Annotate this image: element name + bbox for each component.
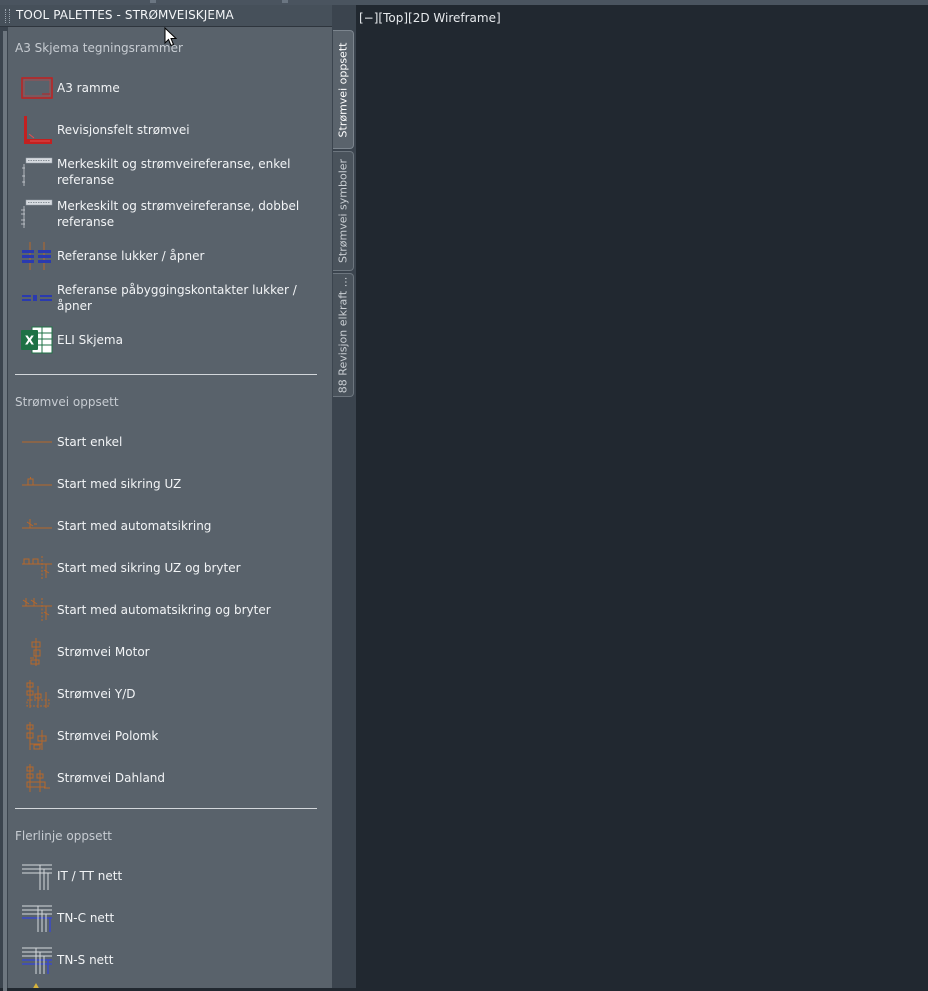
tool-label: Merkeskilt og strømveireferanse, dobbel … [57, 199, 300, 229]
section-title-stromvei-oppsett: Strømvei oppsett [15, 395, 119, 409]
marker-double-ref-icon [21, 199, 53, 228]
mouse-cursor-icon [164, 27, 178, 47]
tool-stromvei-dahland[interactable]: Strømvei Dahland [8, 757, 332, 799]
revision-field-icon [24, 116, 52, 144]
it-tt-network-icon [22, 864, 52, 890]
tool-label: Merkeskilt og strømveireferanse, enkel r… [57, 157, 291, 187]
circuit-star-delta-icon [26, 680, 50, 708]
tool-referanse-lukker[interactable]: Referanse lukker / åpner [8, 235, 332, 277]
a3-frame-icon [21, 77, 53, 99]
tab-label: Strømvei symboler [336, 158, 350, 264]
palette-content: A3 Skjema tegningsrammer A3 ramme Revisj… [8, 27, 332, 988]
tool-label: ELI Skjema [57, 333, 123, 347]
tab-label: Strømvei oppsett [336, 42, 350, 137]
tab-stromvei-oppsett[interactable]: Strømvei oppsett [333, 30, 354, 149]
strip-tick [282, 0, 288, 3]
circuit-motor-icon [30, 638, 41, 666]
start-fuse-uz-icon [22, 477, 52, 486]
tool-start-automatsikring[interactable]: Start med automatsikring [8, 505, 332, 547]
marker-single-ref-icon [22, 157, 53, 186]
tool-label: Strømvei Motor [57, 645, 150, 659]
tool-eli-skjema[interactable]: X ELI Skjema [8, 319, 332, 361]
palette-side-strip[interactable] [3, 31, 7, 991]
reference-close-open-icon [22, 242, 51, 270]
tool-palettes-window: TOOL PALETTES - STRØMVEISKJEMA A3 Skjema… [0, 5, 356, 991]
tool-stromvei-polomk[interactable]: Strømvei Polomk [8, 715, 332, 757]
tool-start-enkel[interactable]: Start enkel [8, 421, 332, 463]
start-breaker-icon [22, 519, 52, 529]
section-divider [15, 808, 317, 809]
tn-c-network-icon [22, 905, 52, 932]
strip-tick [150, 0, 156, 3]
tab-revisjon-elkraft[interactable]: 88 Revisjon elkraft ... [333, 273, 354, 397]
tool-merkeskilt-dobbel[interactable]: Merkeskilt og strømveireferanse, dobbel … [8, 193, 332, 235]
start-simple-icon [22, 441, 52, 443]
tool-label: Start med sikring UZ [57, 477, 182, 491]
circuit-pole-change-icon [26, 722, 47, 750]
tool-stromvei-motor[interactable]: Strømvei Motor [8, 631, 332, 673]
start-fuse-uz-switch-icon [22, 556, 52, 580]
tab-stromvei-symboler[interactable]: Strømvei symboler [333, 151, 354, 271]
tn-s-network-icon [22, 947, 52, 974]
tool-label: Start med automatsikring [57, 519, 212, 533]
tool-label: IT / TT nett [57, 869, 123, 883]
palette-titlebar[interactable]: TOOL PALETTES - STRØMVEISKJEMA [0, 5, 332, 27]
tool-start-sikring-uz[interactable]: Start med sikring UZ [8, 463, 332, 505]
section-title-a3: A3 Skjema tegningsrammer [15, 41, 183, 55]
tool-start-sikring-bryter[interactable]: Start med sikring UZ og bryter [8, 547, 332, 589]
partial-next-tool-icon [33, 983, 39, 988]
section-title-flerlinje: Flerlinje oppsett [15, 829, 112, 843]
tool-tn-s-nett[interactable]: TN-S nett [8, 939, 332, 981]
tool-label: Start med sikring UZ og bryter [57, 561, 241, 575]
tool-label: TN-C nett [57, 911, 115, 925]
reference-aux-contacts-icon [22, 295, 52, 301]
tool-stromvei-yd[interactable]: Strømvei Y/D [8, 673, 332, 715]
section-divider [15, 374, 317, 375]
viewport-controls-label[interactable]: [−][Top][2D Wireframe] [359, 11, 501, 25]
tool-label: Start enkel [57, 435, 123, 449]
circuit-dahlander-icon [26, 764, 50, 792]
palette-title: TOOL PALETTES - STRØMVEISKJEMA [16, 8, 234, 22]
palette-tabs: Strømvei oppsett Strømvei symboler 88 Re… [333, 30, 354, 990]
drawing-viewport[interactable]: [−][Top][2D Wireframe] [356, 5, 928, 988]
tool-label: Referanse påbyggingskontakter lukker / å… [57, 283, 297, 313]
tool-label: Revisjonsfelt strømvei [57, 123, 190, 137]
tool-label: Start med automatsikring og bryter [57, 603, 271, 617]
excel-icon: X [21, 326, 53, 354]
tool-label: A3 ramme [57, 81, 120, 95]
tool-start-automatsikring-bryter[interactable]: Start med automatsikring og bryter [8, 589, 332, 631]
tool-label: Referanse lukker / åpner [57, 249, 205, 263]
tool-tn-c-nett[interactable]: TN-C nett [8, 897, 332, 939]
drag-grip-icon[interactable] [5, 9, 10, 23]
tool-referanse-pabygging[interactable]: Referanse påbyggingskontakter lukker / å… [8, 277, 332, 319]
tool-it-tt-nett[interactable]: IT / TT nett [8, 855, 332, 897]
tool-revisjonsfelt[interactable]: Revisjonsfelt strømvei [8, 109, 332, 151]
svg-text:X: X [25, 334, 35, 348]
tool-label: Strømvei Dahland [57, 771, 166, 785]
tool-merkeskilt-enkel[interactable]: Merkeskilt og strømveireferanse, enkel r… [8, 151, 332, 193]
tool-label: Strømvei Y/D [57, 687, 136, 701]
tool-a3-ramme[interactable]: A3 ramme [8, 67, 332, 109]
tool-label: Strømvei Polomk [57, 729, 159, 743]
start-breaker-switch-icon [22, 598, 52, 622]
tab-label: 88 Revisjon elkraft ... [336, 276, 350, 394]
tool-label: TN-S nett [57, 953, 114, 967]
